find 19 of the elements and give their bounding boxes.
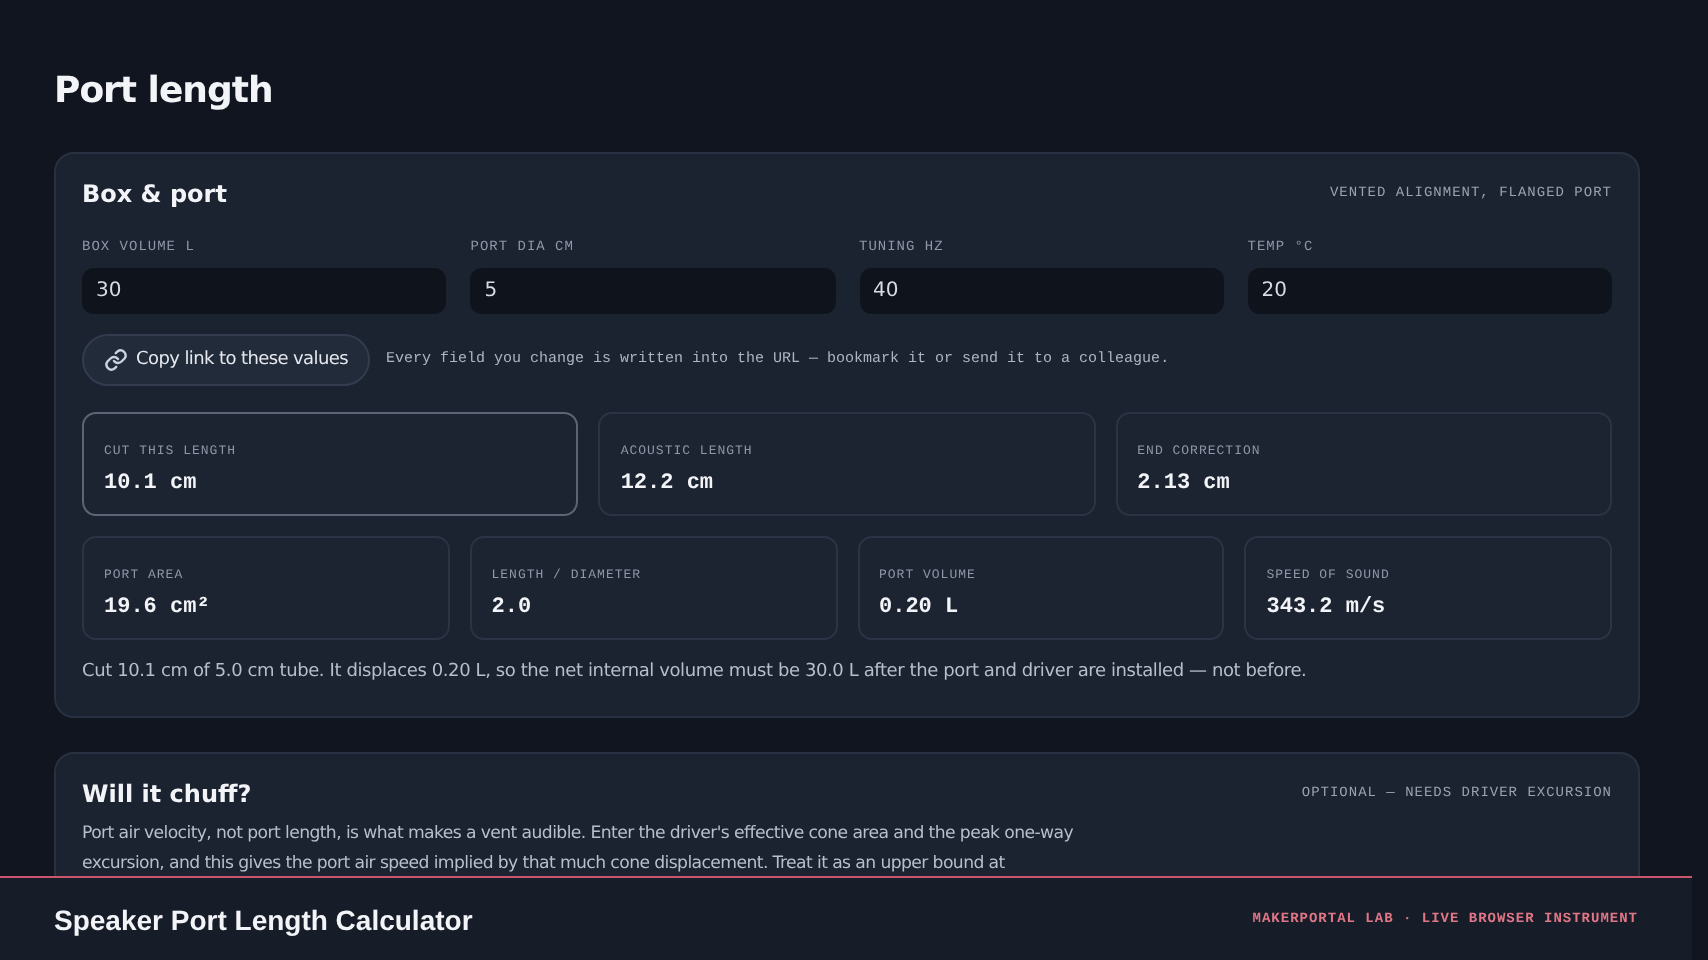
page-title: Port length — [54, 68, 275, 116]
result-value: 10.1 cm — [104, 472, 199, 496]
result-value: 0.20 L — [879, 596, 961, 620]
copy-link-button[interactable]: Copy link to these values — [82, 334, 370, 386]
result-value: 19.6 cm² — [104, 596, 212, 620]
input-field[interactable]: 20 — [1247, 268, 1612, 314]
result-value: 2.13 cm — [1137, 472, 1232, 496]
result-value: 2.0 — [491, 596, 534, 620]
result-value: 12.2 cm — [620, 472, 716, 496]
link-icon — [104, 348, 128, 372]
input-field[interactable]: 5 — [470, 268, 835, 314]
card-title: Box & port — [82, 180, 227, 208]
input-field[interactable]: 40 — [859, 268, 1224, 314]
input-field[interactable]: 30 — [82, 268, 447, 314]
footer-title: Speaker Port Length Calculator — [54, 903, 473, 935]
summary-text: Cut 10.1 cm of 5.0 cm tube. It displaces 0.20 L, so the net internal volume must be 30.0 L after the port and driver are installed — not before. — [82, 662, 1309, 682]
description-text: Port air velocity, not port length, is what makes a vent audible. Enter the driver's effective cone area and the peak one-way excursion, and this gives the port air speed implied by that much cone displacement. Treat it as an upper bound at — [82, 822, 1076, 878]
card-title: Will it chuff? — [82, 780, 252, 808]
result-value: 343.2 m/s — [1266, 596, 1388, 620]
